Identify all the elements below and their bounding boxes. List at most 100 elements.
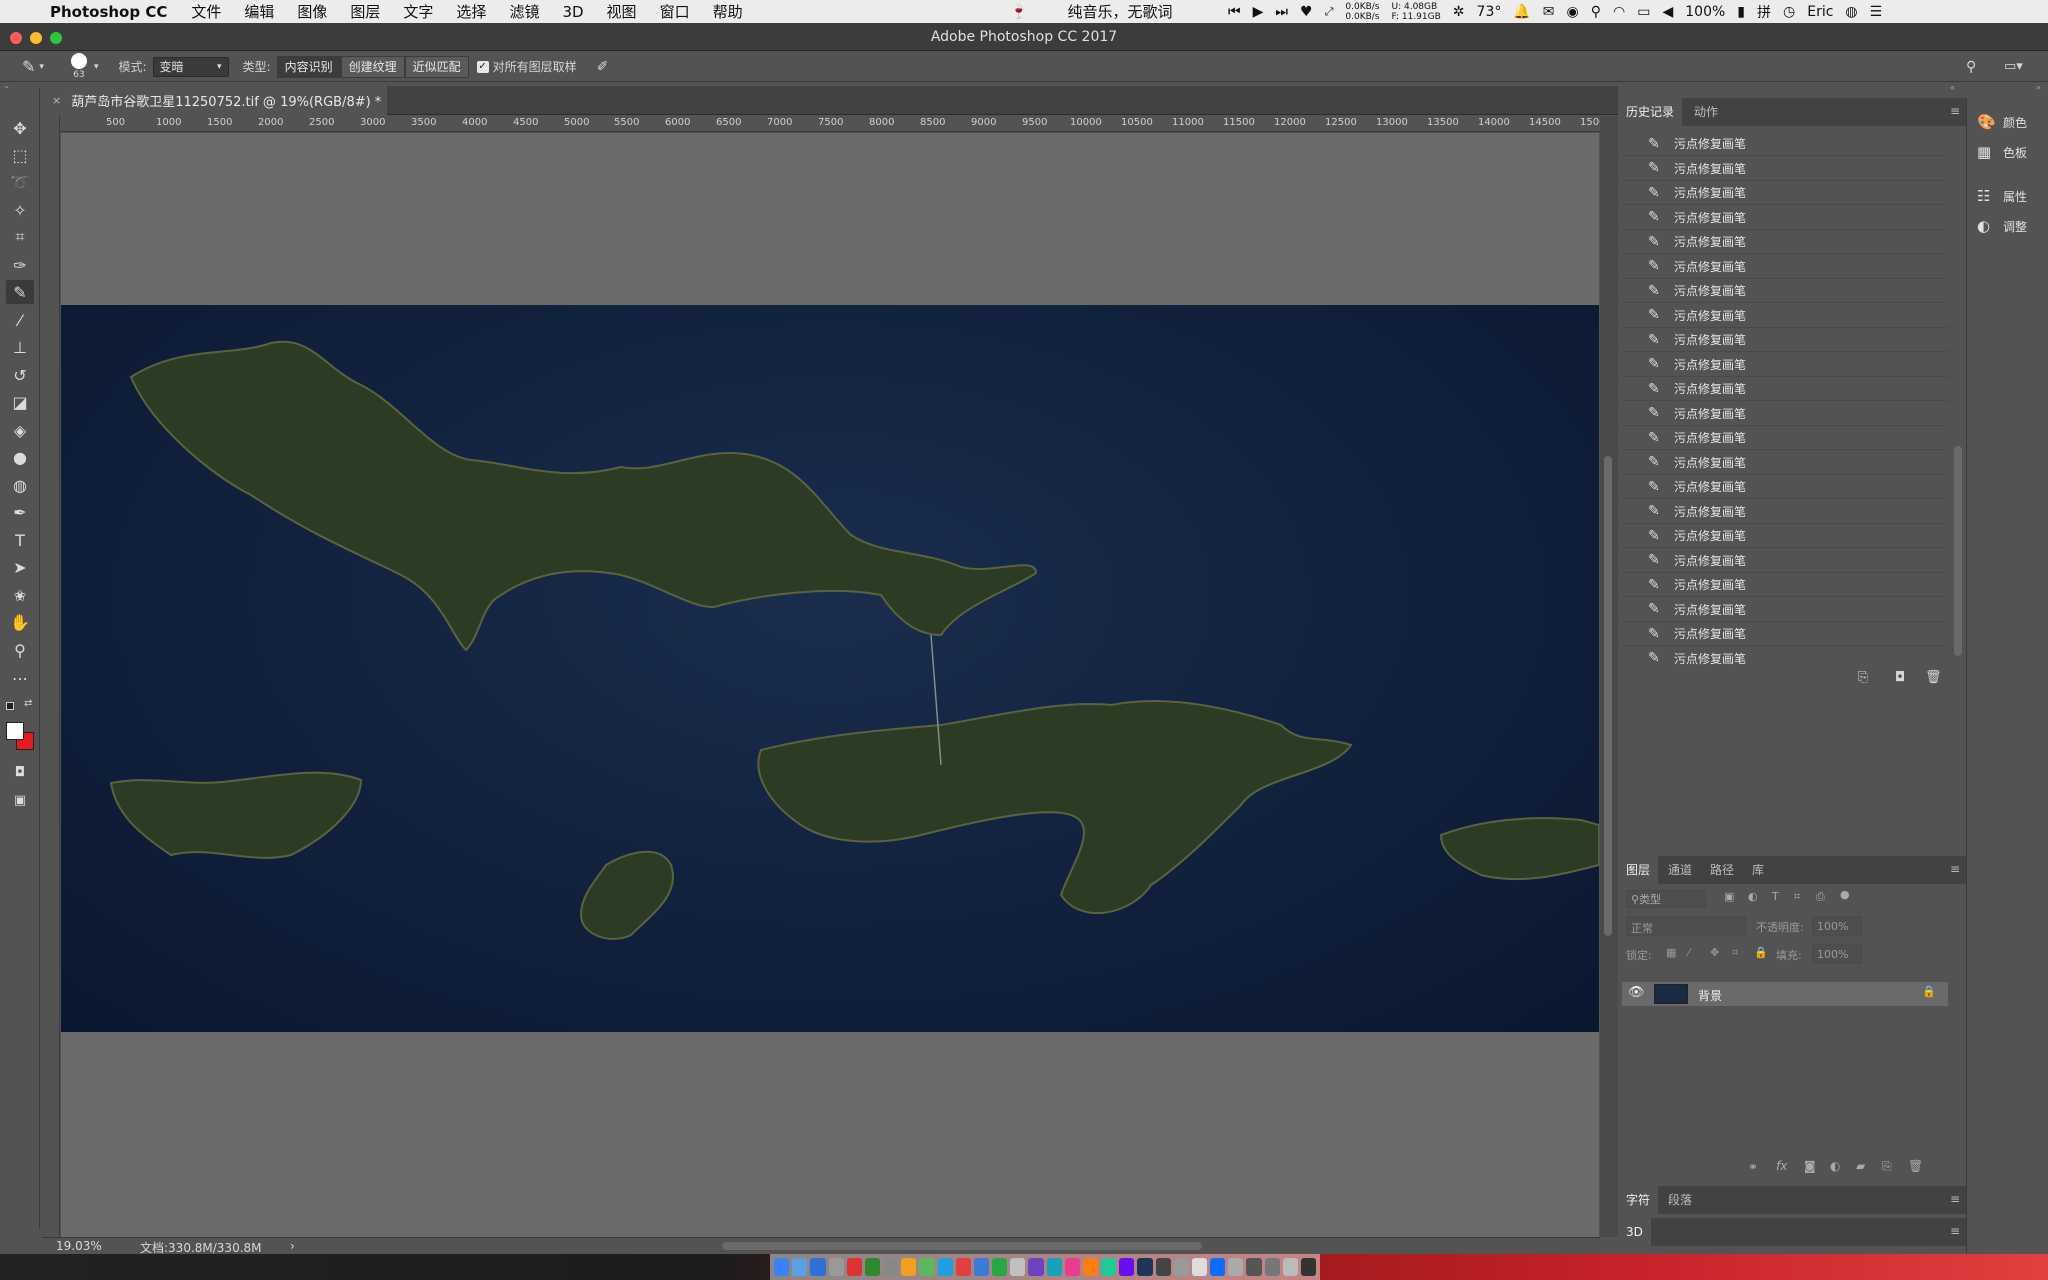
strip-swatches[interactable]: ▦ 色板 [1977,140,2027,164]
next-track-icon[interactable]: ⏭ [1275,4,1288,20]
new-adjustment-icon[interactable]: ◐ [1830,1159,1840,1173]
threed-panel-menu-icon[interactable]: ≡ [1950,1224,1960,1238]
dock-app-icon[interactable] [828,1258,844,1276]
brush-size-picker[interactable]: 63 [68,53,90,80]
history-item[interactable]: ✎ 污点修复画笔 [1622,181,1948,205]
search-icon[interactable]: ⚲ [1591,4,1601,20]
menu-select[interactable]: 选择 [456,1,486,22]
history-item[interactable]: ✎ 污点修复画笔 [1622,573,1948,597]
siri-icon[interactable]: ◍ [1845,4,1857,20]
volume-icon[interactable]: ◀ [1662,4,1673,20]
dock-app-icon[interactable] [1028,1258,1044,1276]
tab-history[interactable]: 历史记录 [1618,98,1683,126]
paint-bucket-tool-icon[interactable]: ◈ [6,418,34,442]
menu-window[interactable]: 窗口 [660,1,690,22]
dodge-tool-icon[interactable]: ◍ [6,473,34,497]
battery-icon[interactable]: ▮ [1737,4,1745,20]
fan-icon[interactable]: ✲ [1453,4,1465,20]
history-item[interactable]: ✎ 污点修复画笔 [1622,328,1948,352]
dock-app-icon[interactable] [1010,1258,1026,1276]
prev-track-icon[interactable]: ⏮ [1228,4,1241,20]
lock-transparent-icon[interactable]: ▦ [1666,946,1676,959]
dock-app-icon[interactable] [973,1258,990,1276]
move-tool-icon[interactable]: ✥ [6,116,34,140]
history-item[interactable]: ✎ 污点修复画笔 [1622,451,1948,475]
history-item[interactable]: ✎ 污点修复画笔 [1622,206,1948,230]
canvas-scroll-track[interactable] [1600,116,1618,1237]
layer-style-icon[interactable]: fx [1776,1159,1787,1173]
filter-type-icon[interactable]: T [1772,890,1779,903]
shuffle-icon[interactable]: ⤢ [1325,5,1334,19]
user-name[interactable]: Eric [1807,4,1833,20]
history-item[interactable]: ✎ 污点修复画笔 [1622,132,1948,156]
eraser-tool-icon[interactable]: ◪ [6,390,34,414]
menu-layer[interactable]: 图层 [350,1,380,22]
dock-app-icon[interactable] [1173,1258,1189,1276]
dock-app-icon[interactable] [992,1258,1008,1276]
lock-pixels-icon[interactable]: ⁄ [1688,946,1690,959]
dock-app-icon[interactable] [883,1258,899,1276]
type-proximity-match-button[interactable]: 近似匹配 [404,55,469,78]
history-item[interactable]: ✎ 污点修复画笔 [1622,255,1948,279]
new-document-from-state-icon[interactable]: ⎘ [1858,670,1868,685]
dock-app-icon[interactable] [846,1258,862,1276]
path-selection-tool-icon[interactable]: ➤ [6,555,34,579]
dock-app-icon[interactable] [792,1258,808,1276]
dock-app-icon[interactable] [1137,1258,1153,1276]
history-item[interactable]: ✎ 污点修复画笔 [1622,402,1948,426]
history-panel-menu-icon[interactable]: ≡ [1950,104,1960,118]
fill-field[interactable]: 100% [1812,944,1862,964]
dock-app-icon[interactable] [1101,1258,1117,1276]
layer-row[interactable]: 👁 背景 🔒 [1622,982,1948,1006]
play-icon[interactable]: ▶ [1253,4,1264,20]
airplay-icon[interactable]: ▭ [1637,4,1650,20]
bell-icon[interactable]: 🔔 [1513,4,1530,20]
history-item[interactable]: ✎ 污点修复画笔 [1622,647,1948,666]
dock-app-icon[interactable] [1246,1258,1262,1276]
history-item[interactable]: ✎ 污点修复画笔 [1622,475,1948,499]
app-menu[interactable]: Photoshop CC [50,3,167,21]
dock-app-icon[interactable] [1228,1258,1244,1276]
history-item[interactable]: ✎ 污点修复画笔 [1622,426,1948,450]
healing-brush-preset-icon[interactable]: ✎ [22,57,35,76]
canvas-area[interactable] [61,133,1599,1237]
wine-glass-icon[interactable]: 🍷 [1010,4,1027,20]
marquee-tool-icon[interactable]: ⬚ [6,143,34,167]
clone-stamp-tool-icon[interactable]: ⊥ [6,335,34,359]
mode-select[interactable]: 变暗 ▾ [152,56,229,77]
layers-panel-menu-icon[interactable]: ≡ [1950,862,1960,876]
filter-toggle-icon[interactable]: ● [1840,888,1850,901]
tab-paths[interactable]: 路径 [1702,856,1742,884]
history-item[interactable]: ✎ 污点修复画笔 [1622,230,1948,254]
menu-help[interactable]: 帮助 [713,1,743,22]
heart-icon[interactable]: ♥ [1300,4,1313,20]
history-item[interactable]: ✎ 污点修复画笔 [1622,377,1948,401]
sample-all-layers-label[interactable]: 对所有图层取样 [493,58,577,75]
dock-app-icon[interactable] [1210,1258,1226,1276]
dock-app-icon[interactable] [955,1258,971,1276]
character-panel-menu-icon[interactable]: ≡ [1950,1192,1960,1206]
tab-actions[interactable]: 动作 [1686,98,1726,126]
horizontal-scrollbar[interactable] [722,1242,1202,1250]
tab-character[interactable]: 字符 [1618,1186,1659,1214]
dock-app-icon[interactable] [1300,1258,1317,1276]
menu-type[interactable]: 文字 [403,1,433,22]
history-item[interactable]: ✎ 污点修复画笔 [1622,157,1948,181]
blend-mode-select[interactable]: 正常 [1626,916,1746,936]
battery-percent[interactable]: 100% [1685,4,1725,20]
filter-shape-icon[interactable]: ⌗ [1794,890,1800,904]
dock-app-icon[interactable] [1082,1258,1099,1276]
link-layers-icon[interactable]: ⚭ [1748,1160,1758,1174]
type-tool-icon[interactable]: T [6,528,34,552]
strip-color[interactable]: 🎨 颜色 [1977,110,2027,134]
menu-view[interactable]: 视图 [607,1,637,22]
lock-all-icon[interactable]: 🔒 [1754,946,1768,959]
pen-tool-icon[interactable]: ✒ [6,500,34,524]
menu-edit[interactable]: 编辑 [244,1,274,22]
history-item[interactable]: ✎ 污点修复画笔 [1622,304,1948,328]
dock-app-icon[interactable] [937,1258,953,1276]
swap-colors-icon[interactable]: ⇄ [24,698,32,709]
eyedropper-tool-icon[interactable]: ✑ [6,253,34,277]
type-create-texture-button[interactable]: 创建纹理 [340,55,405,78]
filter-pixel-icon[interactable]: ▣ [1724,890,1734,903]
